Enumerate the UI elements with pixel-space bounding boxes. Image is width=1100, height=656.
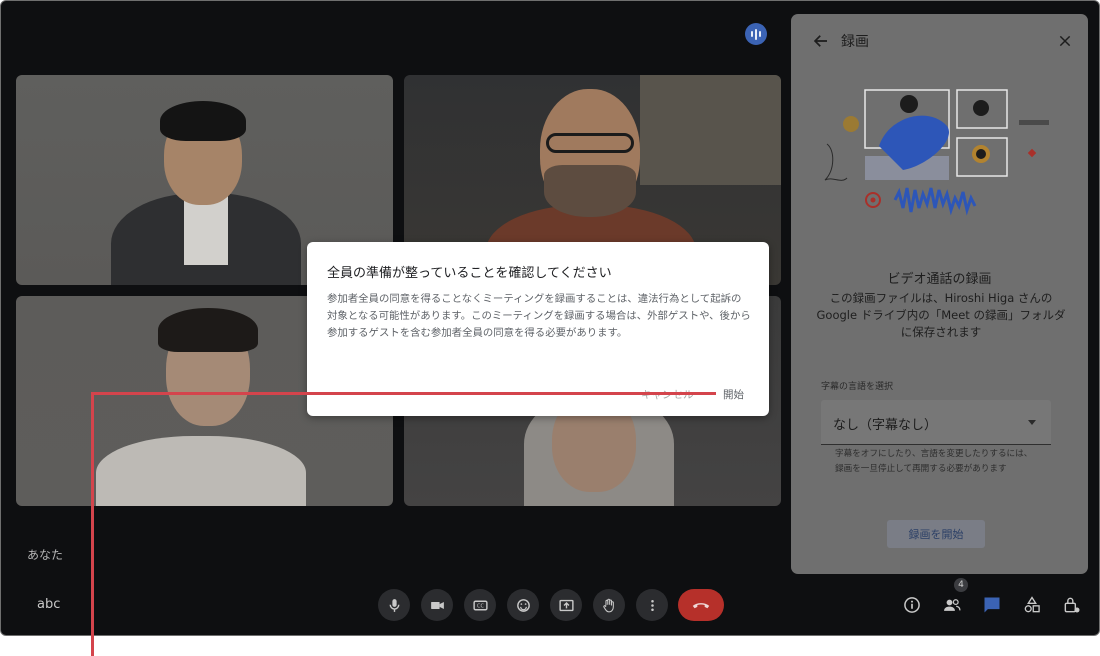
activities-button[interactable] [1020, 593, 1044, 617]
start-recording-button[interactable]: 録画を開始 [887, 520, 985, 548]
camera-button[interactable] [421, 589, 453, 621]
shapes-icon [1024, 596, 1040, 613]
recording-heading: ビデオ通話の録画 [887, 272, 992, 287]
raise-hand-icon [602, 598, 614, 612]
dropdown-caret-icon [1028, 420, 1036, 425]
people-button[interactable] [940, 593, 964, 617]
present-now-button[interactable] [550, 589, 582, 621]
panel-title: 録画 [841, 34, 869, 50]
recording-description: この録画ファイルは、Hiroshi Higa さんの Google ドライブ内の… [816, 291, 1066, 339]
dialog-title: 全員の準備が整っていることを確認してください [327, 266, 612, 281]
people-icon [944, 599, 961, 611]
svg-text:CC: CC [477, 603, 484, 609]
more-vertical-icon [650, 599, 654, 611]
mic-icon [389, 598, 399, 612]
lock-settings-icon [1064, 597, 1080, 613]
meet-window: あなた abc CC 4 録画 ビデオ通話の録画 この録画ファイルは、Hiros… [0, 0, 1100, 636]
self-name-label: あなた [27, 548, 64, 562]
close-icon[interactable] [1057, 33, 1073, 49]
recording-panel: 録画 ビデオ通話の録画 この録画ファイルは、Hiroshi Higa さんの G… [791, 14, 1088, 574]
chat-button[interactable] [980, 593, 1004, 617]
chat-icon [984, 597, 1000, 613]
participant-count-badge: 4 [954, 578, 968, 592]
info-icon [904, 597, 920, 613]
caption-language-value: なし（字幕なし） [833, 418, 938, 433]
end-call-button[interactable] [678, 589, 724, 621]
meeting-details-button[interactable] [900, 593, 924, 617]
recording-illustration [824, 89, 1049, 216]
dialog-body: 参加者全員の同意を得ることなくミーティングを録画することは、違法行為として起訴の… [327, 293, 751, 339]
annotation-pointer-line [91, 392, 94, 656]
caption-language-label: 字幕の言語を選択 [821, 382, 894, 392]
captions-button[interactable]: CC [464, 589, 496, 621]
host-controls-button[interactable] [1060, 593, 1084, 617]
dialog-start-button[interactable]: 開始 [723, 387, 744, 402]
camera-icon [430, 601, 444, 609]
annotation-pointer-line [91, 392, 716, 395]
more-options-button[interactable] [636, 589, 668, 621]
caption-language-select[interactable]: なし（字幕なし） [821, 400, 1051, 445]
present-screen-icon [558, 599, 574, 611]
emoji-icon [516, 598, 530, 612]
meeting-code: abc [37, 597, 61, 612]
back-arrow-icon[interactable] [811, 32, 831, 50]
mic-button[interactable] [378, 589, 410, 621]
caption-help-text: 字幕をオフにしたり、言語を変更したりするには、録画を一旦停止して再開する必要があ… [835, 449, 1033, 474]
closed-captions-icon: CC [472, 600, 488, 610]
recording-consent-dialog: 全員の準備が整っていることを確認してください 参加者全員の同意を得ることなくミー… [307, 242, 769, 416]
end-call-icon [692, 603, 710, 609]
raise-hand-button[interactable] [593, 589, 625, 621]
speaking-indicator-icon [745, 23, 767, 45]
emoji-reaction-button[interactable] [507, 589, 539, 621]
